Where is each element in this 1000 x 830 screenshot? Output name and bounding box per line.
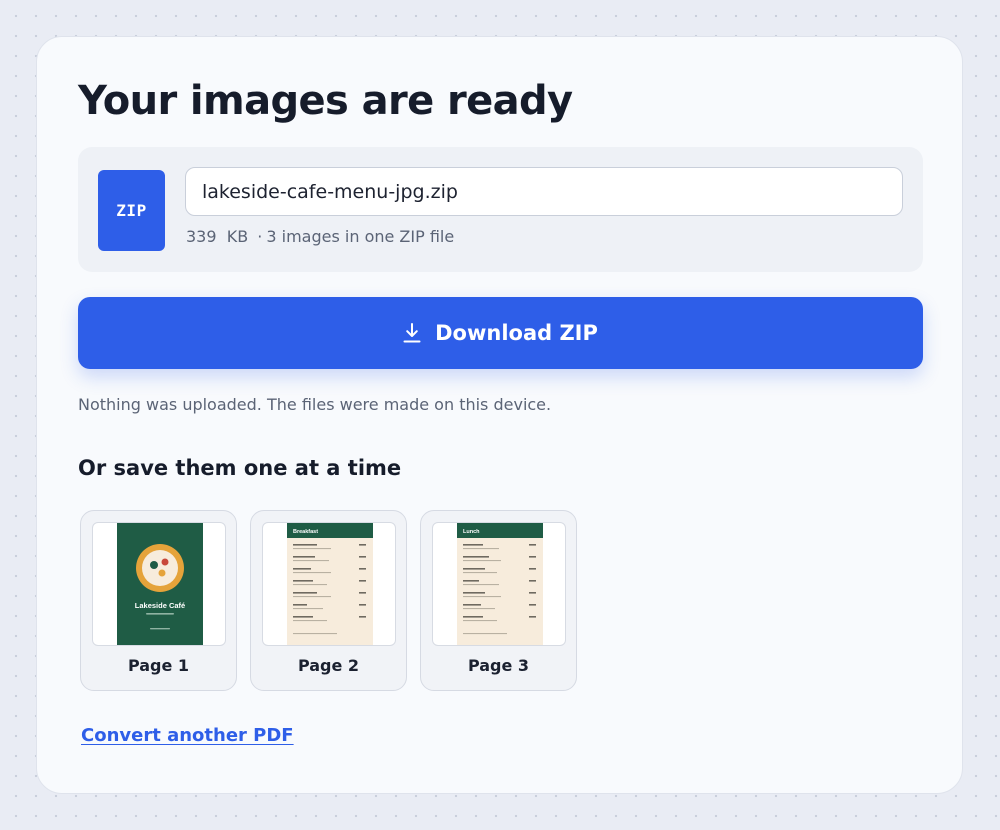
file-meta: 339 KB · 3 images in one ZIP file xyxy=(186,227,454,246)
filename-input[interactable] xyxy=(185,167,903,216)
page-title: Your images are ready xyxy=(78,78,573,124)
page-1-tile[interactable]: Lakeside Café Page 1 xyxy=(80,510,237,691)
zip-file-icon: ZIP xyxy=(98,170,165,251)
download-zip-button[interactable]: Download ZIP xyxy=(78,297,923,369)
page-3-label: Page 3 xyxy=(467,656,530,675)
page-3-thumbnail: Lunch xyxy=(432,522,566,646)
cover-title: Lakeside Café xyxy=(135,601,185,610)
menu-cover-preview: Lakeside Café xyxy=(117,523,203,645)
page-1-label: Page 1 xyxy=(127,656,190,675)
page-1-thumbnail: Lakeside Café xyxy=(92,522,226,646)
page-2-tile[interactable]: Breakfast Page 2 xyxy=(250,510,407,691)
download-icon xyxy=(403,323,421,343)
lunch-page-preview: Lunch xyxy=(457,523,543,645)
file-description: 3 images in one ZIP file xyxy=(266,227,455,246)
lunch-heading: Lunch xyxy=(463,529,480,535)
privacy-note: Nothing was uploaded. The files were mad… xyxy=(78,395,552,414)
result-card: Your images are ready ZIP 339 KB ·3 imag… xyxy=(36,36,963,794)
breakfast-page-preview: Breakfast xyxy=(287,523,373,645)
download-zip-label: Download ZIP xyxy=(435,321,598,345)
page-2-label: Page 2 xyxy=(297,656,360,675)
file-size: 339 KB xyxy=(186,227,249,246)
convert-another-pdf-link[interactable]: Convert another PDF xyxy=(81,725,294,746)
page-3-tile[interactable]: Lunch Page 3 xyxy=(420,510,577,691)
page-2-thumbnail: Breakfast xyxy=(262,522,396,646)
file-summary-panel: ZIP 339 KB ·3 images in one ZIP file xyxy=(78,147,923,272)
meta-separator: · xyxy=(257,227,263,246)
breakfast-heading: Breakfast xyxy=(293,529,318,535)
individual-pages-heading: Or save them one at a time xyxy=(78,456,402,480)
